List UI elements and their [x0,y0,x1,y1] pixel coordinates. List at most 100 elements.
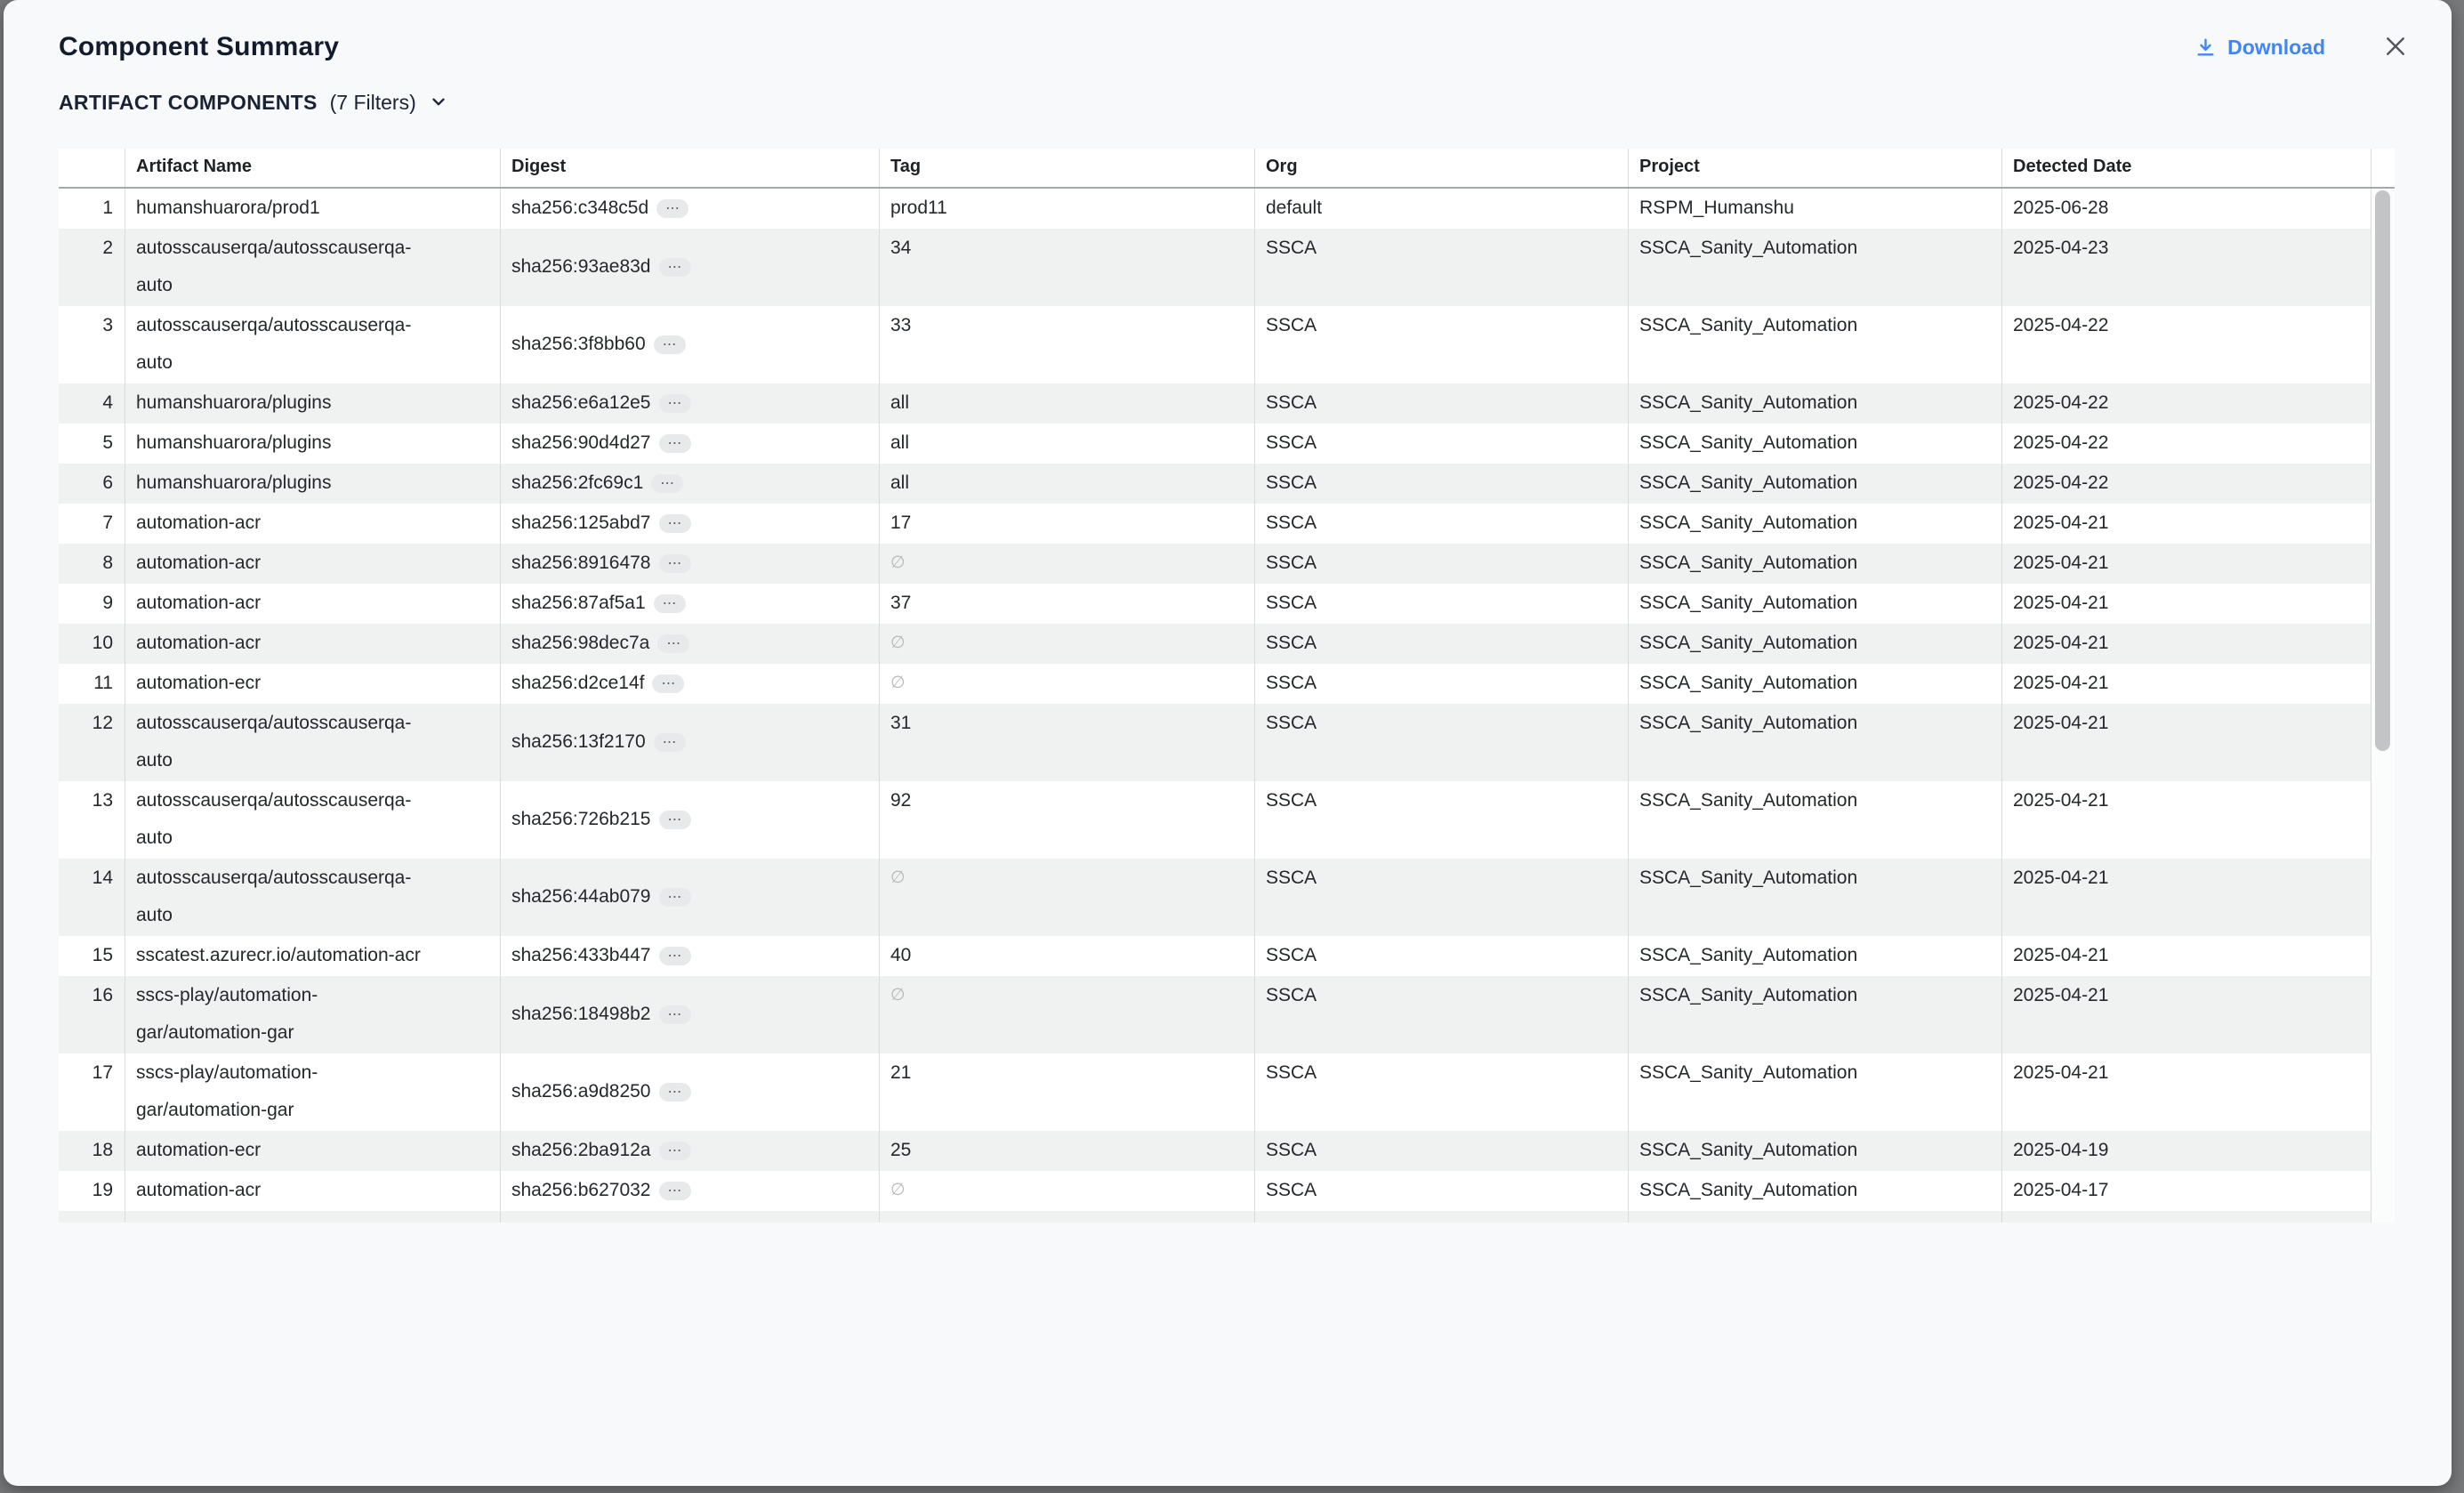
tag-cell: 92 [879,781,1254,859]
table-row[interactable]: 15 sscatest.azurecr.io/automation-acr sh… [59,936,2371,976]
digest-cell: sha256:2ba912a ⋯ [500,1131,879,1171]
digest-expand-pill[interactable]: ⋯ [659,888,691,907]
digest-cell: sha256:125abd7 ⋯ [500,504,879,544]
digest-expand-pill[interactable]: ⋯ [659,258,691,277]
download-button[interactable]: Download [2194,36,2325,60]
table-row[interactable]: 8 automation-acr sha256:8916478 ⋯ ∅ SSCA… [59,544,2371,584]
table-row[interactable]: 16 sscs-play/automation- gar/automation-… [59,976,2371,1053]
digest-value: sha256:44ab079 [511,878,651,916]
table-row[interactable]: 1 humanshuarora/prod1 sha256:c348c5d ⋯ p… [59,189,2371,229]
row-number: 16 [59,976,125,1053]
scrollbar-thumb[interactable] [2375,190,2390,751]
artifact-components-toggle[interactable]: ARTIFACT COMPONENTS (7 Filters) [59,89,2396,116]
digest-expand-pill[interactable]: ⋯ [654,335,686,354]
artifact-name-cell: humanshuarora/plugins [125,424,500,464]
digest-cell: sha256:3f8bb60 ⋯ [500,306,879,383]
column-header-org[interactable]: Org [1254,149,1628,187]
digest-expand-pill[interactable]: ⋯ [659,1142,691,1160]
digest-expand-pill[interactable]: ⋯ [659,394,691,413]
digest-cell: sha256:18498b2 ⋯ [500,976,879,1053]
tag-cell: ∅ [879,544,1254,584]
digest-expand-pill[interactable]: ⋯ [654,594,686,613]
digest-expand-pill[interactable]: ⋯ [656,199,688,218]
table-row[interactable]: 14 autosscauserqa/autosscauserqa- auto s… [59,859,2371,936]
detected-date-cell: 2025-04-23 [2001,229,2371,306]
digest-expand-pill[interactable]: ⋯ [659,1005,691,1024]
row-number: 8 [59,544,125,584]
table-row[interactable]: 11 automation-ecr sha256:d2ce14f ⋯ ∅ SSC… [59,664,2371,704]
table-row[interactable]: 13 autosscauserqa/autosscauserqa- auto s… [59,781,2371,859]
digest-expand-pill[interactable]: ⋯ [659,947,691,965]
table-row[interactable]: 4 humanshuarora/plugins sha256:e6a12e5 ⋯… [59,383,2371,424]
digest-value: sha256:b627032 [511,1172,651,1209]
digest-value: sha256:90d4d27 [511,424,651,462]
digest-cell: sha256:90d4d27 ⋯ [500,424,879,464]
table-row[interactable]: 7 automation-acr sha256:125abd7 ⋯ 17 SSC… [59,504,2371,544]
digest-expand-pill[interactable]: ⋯ [652,674,684,693]
digest-value: sha256:8916478 [511,545,651,582]
row-number: 3 [59,306,125,383]
column-header-artifact-name[interactable]: Artifact Name [125,149,500,187]
table-row[interactable]: 12 autosscauserqa/autosscauserqa- auto s… [59,704,2371,781]
column-header-detected-date[interactable]: Detected Date [2001,149,2371,187]
tag-cell: ∅ [879,859,1254,936]
column-header-digest[interactable]: Digest [500,149,879,187]
digest-cell: sha256:e6a12e5 ⋯ [500,383,879,424]
column-header-tag[interactable]: Tag [879,149,1254,187]
digest-expand-pill[interactable]: ⋯ [659,514,691,533]
digest-expand-pill[interactable]: ⋯ [654,733,686,752]
org-cell: SSCA [1254,936,1628,976]
detected-date-cell: 2025-04-21 [2001,1053,2371,1131]
org-cell: SSCA [1254,859,1628,936]
filters-count: (7 Filters) [330,91,416,115]
table-row[interactable]: 3 autosscauserqa/autosscauserqa- auto sh… [59,306,2371,383]
table-row[interactable]: 18 automation-ecr sha256:2ba912a ⋯ 25 SS… [59,1131,2371,1171]
digest-expand-pill[interactable]: ⋯ [659,1083,691,1102]
table-row[interactable]: 6 humanshuarora/plugins sha256:2fc69c1 ⋯… [59,464,2371,504]
table-row[interactable]: 9 automation-acr sha256:87af5a1 ⋯ 37 SSC… [59,584,2371,624]
digest-cell: sha256:a9d8250 ⋯ [500,1053,879,1131]
digest-expand-pill[interactable]: ⋯ [657,634,689,653]
project-cell: SSCA_Sanity_Automation [1628,424,2001,464]
digest-expand-pill[interactable]: ⋯ [659,554,691,573]
digest-value: sha256:2ba912a [511,1132,651,1169]
artifact-name-cell: automation-acr [125,1171,500,1211]
tag-cell: 37 [879,584,1254,624]
digest-expand-pill[interactable]: ⋯ [659,811,691,829]
table-header-row: Artifact Name Digest Tag Org Project Det… [59,149,2395,189]
table-row[interactable]: 10 automation-acr sha256:98dec7a ⋯ ∅ SSC… [59,624,2371,664]
tag-cell: 40 [879,936,1254,976]
org-cell: SSCA [1254,704,1628,781]
close-button[interactable] [2380,32,2411,62]
digest-cell: sha256:c348c5d ⋯ [500,189,879,229]
digest-value: sha256:87af5a1 [511,585,646,622]
artifact-name-cell: automation-acr [125,544,500,584]
table-row[interactable]: 2 autosscauserqa/autosscauserqa- auto sh… [59,229,2371,306]
vertical-scrollbar[interactable] [2371,189,2395,1223]
digest-value: sha256:13f2170 [511,723,646,761]
tag-cell: 17 [879,504,1254,544]
detected-date-cell [2001,1211,2371,1223]
digest-expand-pill[interactable]: ⋯ [651,474,683,493]
table-row[interactable]: 5 humanshuarora/plugins sha256:90d4d27 ⋯… [59,424,2371,464]
project-cell: SSCA_Sanity_Automation [1628,936,2001,976]
tag-cell: 31 [879,704,1254,781]
artifact-name-cell: automation-acr [125,584,500,624]
digest-expand-pill[interactable]: ⋯ [659,434,691,453]
digest-cell: sha256:44ab079 ⋯ [500,859,879,936]
artifact-name-cell: humanshuarora/plugins [125,383,500,424]
table-row[interactable]: 17 sscs-play/automation- gar/automation-… [59,1053,2371,1131]
detected-date-cell: 2025-04-22 [2001,306,2371,383]
digest-cell: sha256:13f2170 ⋯ [500,704,879,781]
detected-date-cell: 2025-04-22 [2001,424,2371,464]
digest-cell: sha256:b627032 ⋯ [500,1171,879,1211]
table-row-partial[interactable] [59,1211,2371,1223]
column-header-project[interactable]: Project [1628,149,2001,187]
digest-expand-pill[interactable]: ⋯ [659,1182,691,1200]
row-number: 9 [59,584,125,624]
org-cell: SSCA [1254,584,1628,624]
tag-cell [879,1211,1254,1223]
table-row[interactable]: 19 automation-acr sha256:b627032 ⋯ ∅ SSC… [59,1171,2371,1211]
digest-value: sha256:18498b2 [511,996,651,1033]
org-cell: SSCA [1254,664,1628,704]
